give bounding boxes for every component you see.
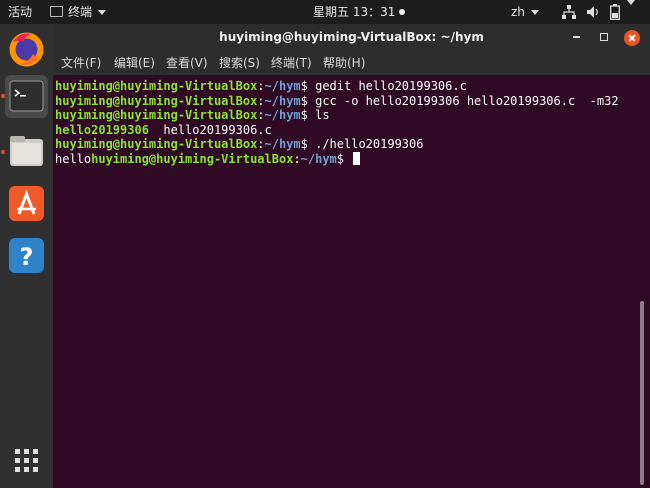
files-icon xyxy=(10,136,43,166)
clock-label: 星期五 13：31 xyxy=(313,5,396,19)
notification-dot-icon xyxy=(399,8,406,15)
chevron-down-icon xyxy=(530,10,539,15)
running-indicator xyxy=(1,150,5,154)
help-icon: ? xyxy=(9,238,44,273)
terminal-window: huyiming@huyiming-VirtualBox: ~/hym 文件(F… xyxy=(53,24,650,488)
dock-item-terminal[interactable] xyxy=(5,75,48,118)
menu-help[interactable]: 帮助(H) xyxy=(323,51,365,75)
clock[interactable]: 星期五 13：31 xyxy=(313,0,406,24)
menu-search[interactable]: 搜索(S) xyxy=(219,51,260,75)
software-icon xyxy=(9,186,44,221)
language-indicator[interactable]: zh xyxy=(511,0,539,24)
volume-icon[interactable] xyxy=(586,0,600,24)
close-button[interactable] xyxy=(624,30,640,46)
language-label: zh xyxy=(511,5,525,19)
chevron-down-icon xyxy=(98,10,107,15)
help-icon-glyph: ? xyxy=(20,243,34,271)
terminal-output[interactable]: huyiming@huyiming-VirtualBox:~/hym$ gedi… xyxy=(53,75,650,488)
window-title: huyiming@huyiming-VirtualBox: ~/hym xyxy=(219,30,484,44)
running-indicator xyxy=(1,94,5,98)
minimize-button[interactable] xyxy=(573,36,580,38)
scrollbar[interactable] xyxy=(640,301,644,485)
terminal-line: hellohuyiming@huyiming-VirtualBox:~/hym$ xyxy=(55,151,361,167)
terminal-mini-icon xyxy=(50,6,63,17)
dock-item-software[interactable] xyxy=(5,182,48,225)
app-menu-label: 终端 xyxy=(68,5,93,19)
menu-bar: 文件(F) 编辑(E) 查看(V) 搜索(S) 终端(T) 帮助(H) xyxy=(53,51,650,75)
dock-item-files[interactable] xyxy=(5,130,48,173)
battery-icon[interactable] xyxy=(610,0,620,24)
menu-file[interactable]: 文件(F) xyxy=(61,51,101,75)
dock: ? xyxy=(0,24,53,488)
text-cursor xyxy=(353,151,361,165)
terminal-icon xyxy=(9,80,44,112)
top-bar: 活动 终端 星期五 13：31 zh xyxy=(0,0,650,24)
window-titlebar[interactable]: huyiming@huyiming-VirtualBox: ~/hym xyxy=(53,24,650,51)
network-icon[interactable] xyxy=(562,0,576,24)
maximize-button[interactable] xyxy=(600,33,608,41)
dock-item-help[interactable]: ? xyxy=(5,234,48,277)
terminal-line: hello20199306 hello20199306.c xyxy=(55,122,272,137)
terminal-line: huyiming@huyiming-VirtualBox:~/hym$ gedi… xyxy=(55,79,467,93)
terminal-line: huyiming@huyiming-VirtualBox:~/hym$ ./he… xyxy=(55,137,424,151)
menu-view[interactable]: 查看(V) xyxy=(166,51,208,75)
app-menu-button[interactable]: 终端 xyxy=(50,0,107,24)
firefox-icon xyxy=(9,32,44,67)
menu-terminal[interactable]: 终端(T) xyxy=(271,51,312,75)
menu-edit[interactable]: 编辑(E) xyxy=(114,51,155,75)
dock-item-firefox[interactable] xyxy=(5,28,48,71)
apps-grid-icon[interactable] xyxy=(14,448,39,473)
activities-button[interactable]: 活动 xyxy=(8,0,32,24)
terminal-line: huyiming@huyiming-VirtualBox:~/hym$ ls xyxy=(55,108,330,122)
terminal-line: huyiming@huyiming-VirtualBox:~/hym$ gcc … xyxy=(55,93,619,108)
